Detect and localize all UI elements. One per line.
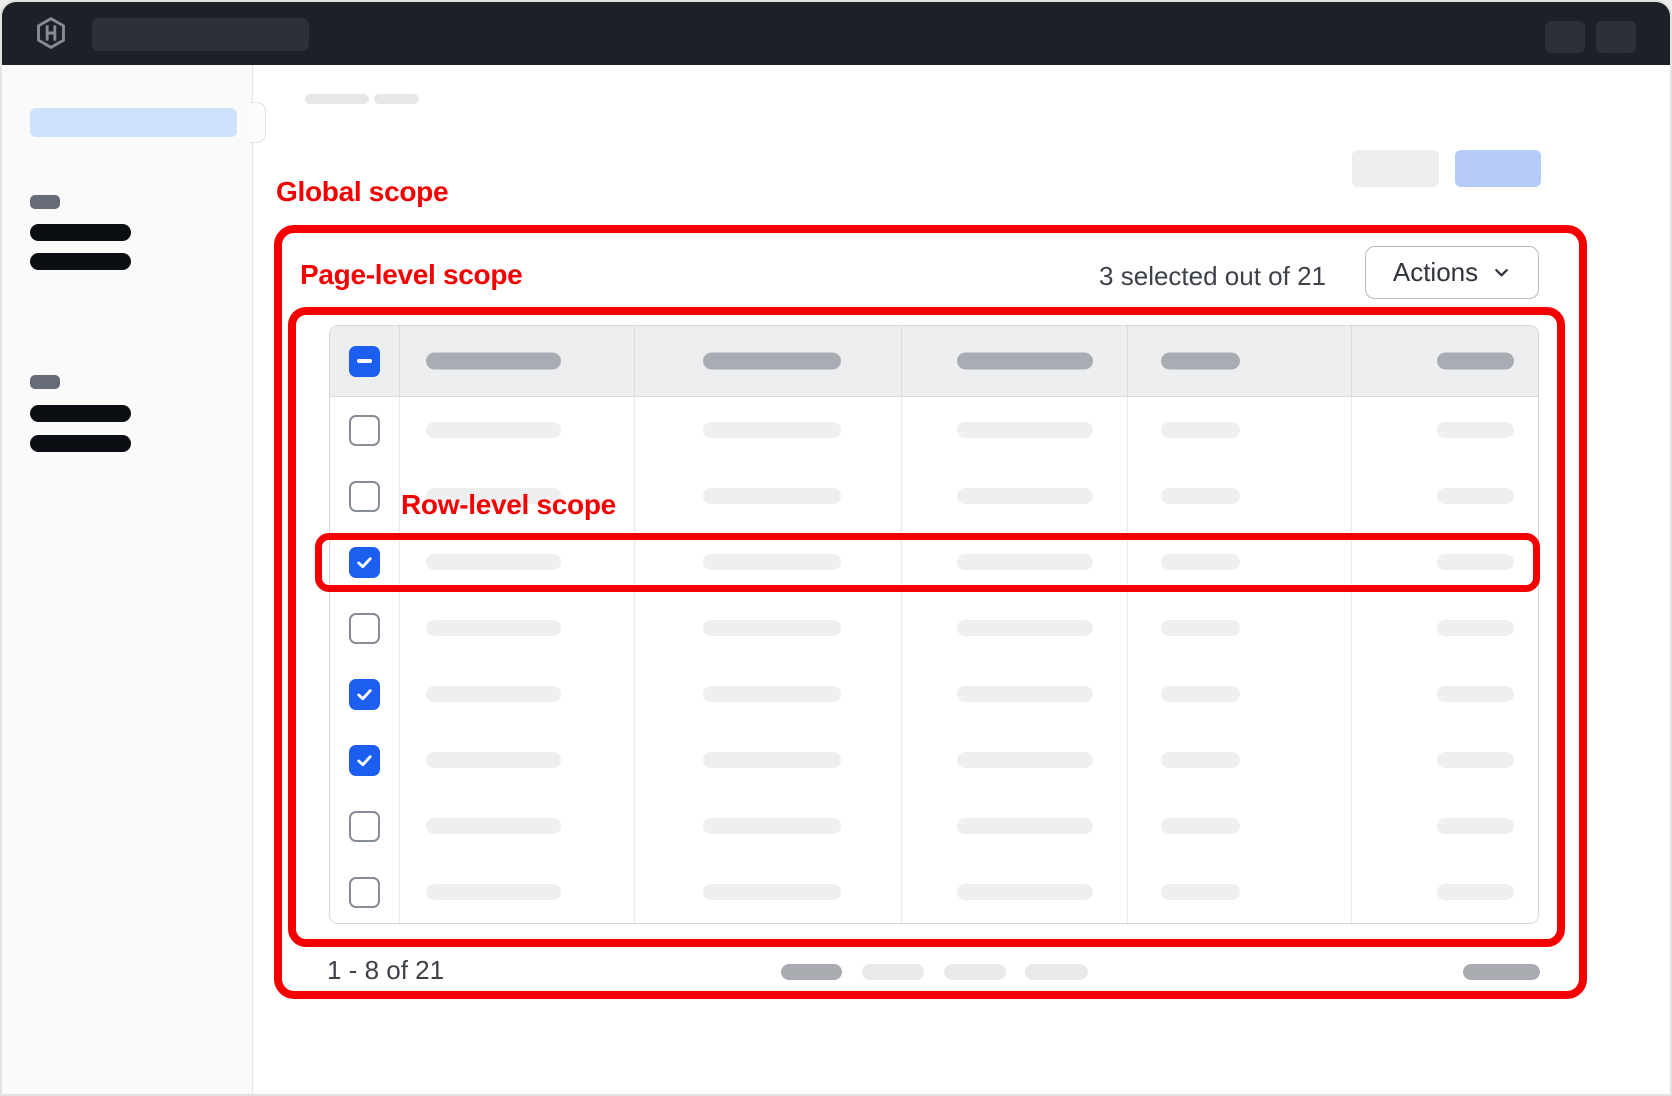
cell-skeleton [957,554,1093,570]
pagination-range-label: 1 - 8 of 21 [327,955,444,986]
cell-skeleton [703,620,841,636]
cell-skeleton [957,686,1093,702]
cell-skeleton [1437,488,1514,504]
pagination-control-skeleton[interactable] [781,964,842,980]
cell-skeleton [426,554,561,570]
row-checkbox[interactable] [349,415,380,446]
cell-skeleton [703,752,841,768]
table-row [330,463,1538,529]
cell-skeleton [957,620,1093,636]
table-row [330,529,1538,595]
pagination-control-skeleton[interactable] [1463,964,1540,980]
sidebar-collapse-handle[interactable] [250,102,266,143]
hashicorp-logo-icon[interactable] [35,17,67,49]
breadcrumb-skeleton[interactable] [374,94,419,104]
pagination-control-skeleton[interactable] [862,964,924,980]
data-table [329,325,1539,924]
select-all-checkbox[interactable] [349,346,380,377]
row-checkbox[interactable] [349,877,380,908]
column-header-skeleton [1437,353,1514,370]
row-checkbox[interactable] [349,613,380,644]
chevron-down-icon [1492,263,1511,282]
global-scope-label: Global scope [276,176,448,208]
table-body [330,397,1538,924]
table-row [330,859,1538,924]
table-row [330,727,1538,793]
table-row [330,397,1538,463]
cell-skeleton [1437,686,1514,702]
pagination-control-skeleton[interactable] [1025,964,1088,980]
cell-skeleton [703,818,841,834]
cell-skeleton [426,488,561,504]
cell-skeleton [1437,554,1514,570]
cell-skeleton [957,422,1093,438]
cell-skeleton [1161,488,1240,504]
sidebar-nav-item-skeleton[interactable] [30,435,131,452]
table-row [330,793,1538,859]
row-checkbox[interactable] [349,679,380,710]
cell-skeleton [1437,884,1514,900]
row-checkbox[interactable] [349,481,380,512]
cell-skeleton [1161,686,1240,702]
cell-skeleton [703,686,841,702]
cell-skeleton [703,884,841,900]
cell-skeleton [426,818,561,834]
pagination-control-skeleton[interactable] [944,964,1006,980]
sidebar-section-label-skeleton [30,195,60,209]
cell-skeleton [703,422,841,438]
cell-skeleton [1161,818,1240,834]
cell-skeleton [1437,752,1514,768]
table-header-row [330,326,1538,397]
column-header-skeleton [703,353,841,370]
sidebar [2,65,253,1096]
cell-skeleton [1161,620,1240,636]
column-header-skeleton [957,353,1093,370]
row-checkbox[interactable] [349,745,380,776]
cell-skeleton [426,422,561,438]
cell-skeleton [957,884,1093,900]
cell-skeleton [957,752,1093,768]
cell-skeleton [1437,422,1514,438]
page-scope-label: Page-level scope [300,259,522,291]
sidebar-active-item-skeleton[interactable] [30,108,237,137]
sidebar-nav-item-skeleton[interactable] [30,253,131,270]
breadcrumb-skeleton[interactable] [305,94,369,104]
row-checkbox[interactable] [349,811,380,842]
sidebar-section-label-skeleton [30,375,60,389]
cell-skeleton [703,554,841,570]
sidebar-nav-item-skeleton[interactable] [30,405,131,422]
table-row [330,661,1538,727]
column-header-skeleton [426,353,561,370]
sidebar-nav-item-skeleton[interactable] [30,224,131,241]
topbar [2,2,1670,65]
cell-skeleton [426,884,561,900]
cell-skeleton [1161,752,1240,768]
user-menu-skeleton[interactable] [1596,21,1636,53]
selection-summary: 3 selected out of 21 [1099,261,1326,292]
row-checkbox[interactable] [349,547,380,578]
cell-skeleton [957,818,1093,834]
cell-skeleton [957,488,1093,504]
cell-skeleton [1161,422,1240,438]
help-button-skeleton[interactable] [1545,21,1585,53]
cell-skeleton [1437,818,1514,834]
cell-skeleton [703,488,841,504]
cell-skeleton [1161,884,1240,900]
cell-skeleton [1437,620,1514,636]
cell-skeleton [426,686,561,702]
secondary-button-skeleton[interactable] [1352,150,1439,187]
primary-button-skeleton[interactable] [1455,150,1541,187]
cell-skeleton [426,752,561,768]
table-row [330,595,1538,661]
app-window: 3 selected out of 21 Actions [0,0,1672,1096]
actions-button[interactable]: Actions [1365,246,1539,299]
actions-button-label: Actions [1393,257,1478,288]
column-header-skeleton [1161,353,1240,370]
search-input-skeleton[interactable] [92,18,309,51]
cell-skeleton [426,620,561,636]
cell-skeleton [1161,554,1240,570]
